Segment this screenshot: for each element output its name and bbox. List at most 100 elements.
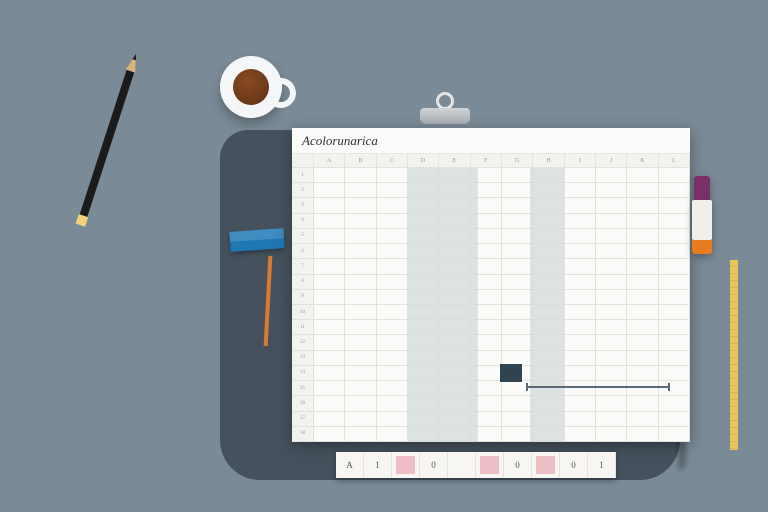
cell[interactable]: [408, 351, 439, 366]
cell[interactable]: [471, 259, 502, 274]
cell[interactable]: [377, 290, 408, 305]
cell[interactable]: [565, 168, 596, 183]
cell[interactable]: [533, 183, 564, 198]
cell[interactable]: [408, 396, 439, 411]
tab[interactable]: 0: [560, 452, 588, 478]
cell[interactable]: [408, 168, 439, 183]
cell[interactable]: [565, 183, 596, 198]
cell[interactable]: [565, 366, 596, 381]
tab[interactable]: [476, 452, 504, 478]
cell[interactable]: [345, 366, 376, 381]
cell[interactable]: [408, 214, 439, 229]
cell[interactable]: [627, 396, 658, 411]
cell[interactable]: [377, 183, 408, 198]
row-header[interactable]: 18: [292, 427, 314, 442]
tab[interactable]: [448, 452, 476, 478]
cell[interactable]: [627, 214, 658, 229]
cell[interactable]: [533, 366, 564, 381]
cell[interactable]: [533, 412, 564, 427]
cell[interactable]: [565, 305, 596, 320]
tab[interactable]: 0: [420, 452, 448, 478]
cell[interactable]: [533, 320, 564, 335]
cell[interactable]: [345, 214, 376, 229]
cell[interactable]: [565, 244, 596, 259]
cell[interactable]: [439, 290, 470, 305]
column-header[interactable]: G: [502, 154, 533, 168]
column-header[interactable]: I: [565, 154, 596, 168]
cell[interactable]: [408, 320, 439, 335]
cell[interactable]: [502, 198, 533, 213]
cell[interactable]: [408, 259, 439, 274]
tab[interactable]: 1: [364, 452, 392, 478]
cell[interactable]: [408, 427, 439, 442]
cell[interactable]: [345, 427, 376, 442]
cell[interactable]: [314, 412, 345, 427]
cell[interactable]: [408, 183, 439, 198]
cell[interactable]: [439, 381, 470, 396]
cell[interactable]: [565, 381, 596, 396]
cell[interactable]: [471, 412, 502, 427]
cell[interactable]: [377, 335, 408, 350]
cell[interactable]: [377, 320, 408, 335]
column-header[interactable]: K: [627, 154, 658, 168]
cell[interactable]: [565, 229, 596, 244]
cell[interactable]: [627, 244, 658, 259]
cell[interactable]: [502, 244, 533, 259]
cell[interactable]: [533, 335, 564, 350]
cell[interactable]: [533, 214, 564, 229]
cell[interactable]: [596, 396, 627, 411]
cell[interactable]: [659, 396, 690, 411]
cell[interactable]: [533, 396, 564, 411]
cell[interactable]: [565, 351, 596, 366]
cell[interactable]: [659, 366, 690, 381]
row-header[interactable]: 6: [292, 244, 314, 259]
cell[interactable]: [439, 427, 470, 442]
cell[interactable]: [314, 381, 345, 396]
cell[interactable]: [596, 366, 627, 381]
cell[interactable]: [471, 396, 502, 411]
cell[interactable]: [471, 198, 502, 213]
cell[interactable]: [659, 168, 690, 183]
cell[interactable]: [627, 168, 658, 183]
cell[interactable]: [596, 412, 627, 427]
cell[interactable]: [565, 427, 596, 442]
cell[interactable]: [533, 305, 564, 320]
cell[interactable]: [533, 229, 564, 244]
cell[interactable]: [314, 366, 345, 381]
cell[interactable]: [596, 244, 627, 259]
cell[interactable]: [314, 351, 345, 366]
cell[interactable]: [627, 305, 658, 320]
cell[interactable]: [596, 427, 627, 442]
cell[interactable]: [345, 412, 376, 427]
cell[interactable]: [502, 183, 533, 198]
cell[interactable]: [565, 320, 596, 335]
cell[interactable]: [408, 412, 439, 427]
cell[interactable]: [627, 381, 658, 396]
cell[interactable]: [596, 229, 627, 244]
cell[interactable]: [314, 335, 345, 350]
cell[interactable]: [314, 214, 345, 229]
cell[interactable]: [345, 198, 376, 213]
cell[interactable]: [659, 381, 690, 396]
cell[interactable]: [377, 396, 408, 411]
cell[interactable]: [439, 229, 470, 244]
cell[interactable]: [345, 275, 376, 290]
row-header[interactable]: 5: [292, 229, 314, 244]
cell[interactable]: [596, 214, 627, 229]
cell[interactable]: [627, 335, 658, 350]
cell[interactable]: [377, 214, 408, 229]
cell[interactable]: [471, 351, 502, 366]
cell[interactable]: [314, 275, 345, 290]
cell[interactable]: [345, 229, 376, 244]
cell[interactable]: [408, 305, 439, 320]
cell[interactable]: [314, 305, 345, 320]
cell[interactable]: [627, 183, 658, 198]
tab[interactable]: [392, 452, 420, 478]
cell[interactable]: [659, 305, 690, 320]
cell[interactable]: [502, 412, 533, 427]
cell[interactable]: [627, 412, 658, 427]
cell[interactable]: [314, 290, 345, 305]
tab[interactable]: 0: [504, 452, 532, 478]
cell[interactable]: [533, 275, 564, 290]
cell[interactable]: [533, 244, 564, 259]
